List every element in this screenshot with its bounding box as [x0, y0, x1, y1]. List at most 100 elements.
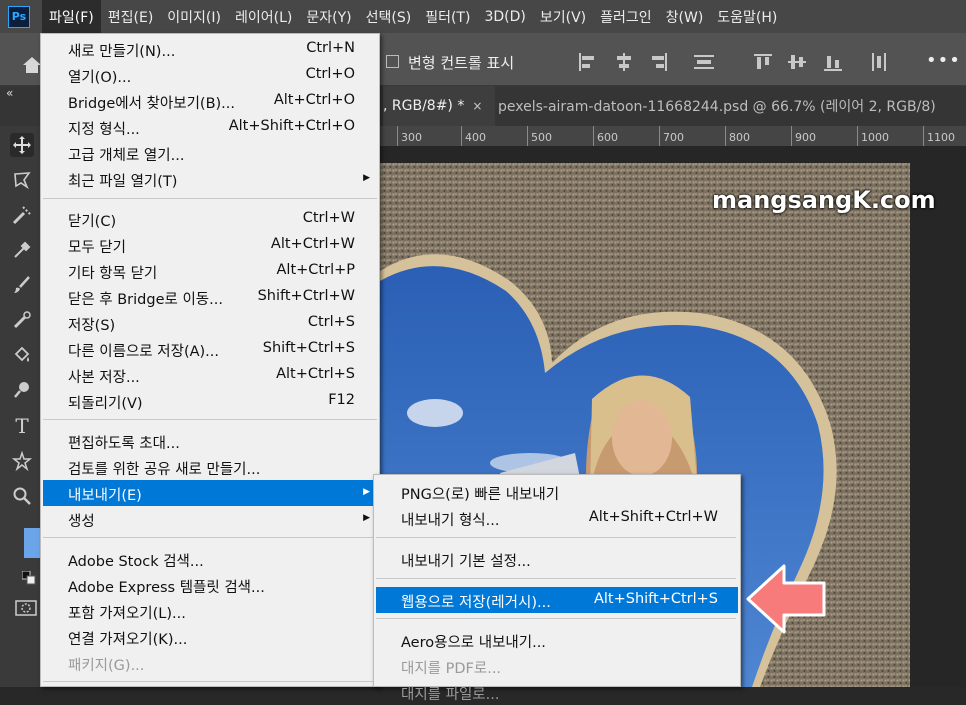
submenu-arrow-icon: ▶ [363, 513, 370, 523]
menu-item-shortcut: Ctrl+N [306, 40, 355, 56]
menu-item-label: 닫은 후 Bridge로 이동... [68, 292, 223, 308]
menu-item-revert[interactable]: 되돌리기(V) F12 [43, 388, 379, 414]
submenu-item-save-for-web[interactable]: 웹용으로 저장(레거시)... Alt+Shift+Ctrl+S [376, 587, 738, 613]
submenu-item-artboards-pdf: 대지를 PDF로... [376, 653, 738, 679]
menu-item-browse-bridge[interactable]: Bridge에서 찾아보기(B)... Alt+Ctrl+O [43, 88, 379, 114]
submenu-item-export-aero[interactable]: Aero용으로 내보내기... [376, 627, 738, 653]
menu-item-label: 다른 이름으로 저장(A)... [68, 344, 219, 360]
distribute-icon[interactable] [694, 53, 714, 71]
align-left-icon[interactable] [578, 53, 598, 71]
transform-controls-checkbox[interactable] [386, 55, 399, 68]
submenu-item-quick-export-png[interactable]: PNG으(로) 빠른 내보내기 [376, 479, 738, 505]
menu-item-shortcut: Ctrl+O [305, 66, 355, 82]
menu-item-place-linked[interactable]: 연결 가져오기(K)... [43, 624, 379, 650]
default-colors-icon[interactable] [21, 570, 36, 585]
align-top-icon[interactable] [754, 53, 774, 71]
menu-type[interactable]: 문자(Y) [299, 0, 358, 33]
menu-item-shortcut: Alt+Ctrl+O [273, 92, 355, 108]
submenu-arrow-icon: ▶ [363, 487, 370, 497]
horizontal-ruler: 300 400 500 600 700 800 900 1000 1100 [380, 126, 966, 147]
document-tab-title: , RGB/8#) * [383, 98, 465, 114]
dodge-tool-icon[interactable] [10, 378, 34, 402]
menu-item-generate[interactable]: 생성 ▶ [43, 506, 379, 532]
move-tool-icon[interactable] [10, 133, 34, 157]
menu-item-label: 사본 저장... [68, 370, 140, 386]
menu-item-share-review[interactable]: 검토를 위한 공유 새로 만들기... [43, 454, 379, 480]
menu-item-adobe-express[interactable]: Adobe Express 템플릿 검색... [43, 572, 379, 598]
menu-item-label: 연결 가져오기(K)... [68, 632, 188, 648]
document-tab[interactable]: pexels-airam-datoon-11668244.psd @ 66.7%… [498, 86, 966, 126]
menu-item-export[interactable]: 내보내기(E) ▶ [43, 480, 379, 506]
submenu-item-export-as[interactable]: 내보내기 형식... Alt+Shift+Ctrl+W [376, 505, 738, 531]
menu-item-close-go-bridge[interactable]: 닫은 후 Bridge로 이동... Shift+Ctrl+W [43, 284, 379, 310]
menu-item-adobe-stock[interactable]: Adobe Stock 검색... [43, 546, 379, 572]
menu-item-label: Bridge에서 찾아보기(B)... [68, 96, 236, 112]
menu-item-open-smart-object[interactable]: 고급 개체로 열기... [43, 140, 379, 166]
menu-item-label: 내보내기(E) [68, 488, 142, 504]
menu-layer[interactable]: 레이어(L) [228, 0, 299, 33]
menu-item-save-as[interactable]: 다른 이름으로 저장(A)... Shift+Ctrl+S [43, 336, 379, 362]
align-center-v-icon[interactable] [788, 53, 808, 71]
transform-controls-label: 변형 컨트롤 표시 [408, 54, 515, 72]
file-menu-dropdown: 새로 만들기(N)... Ctrl+N 열기(O)... Ctrl+O Bridge… [40, 33, 380, 687]
menu-item-close-others[interactable]: 기타 항목 닫기 Alt+Ctrl+P [43, 258, 379, 284]
more-options-icon[interactable]: ••• [926, 50, 961, 71]
pointer-arrow-icon [746, 563, 828, 635]
document-tab-title: pexels-airam-datoon-11668244.psd @ 66.7%… [498, 99, 936, 115]
home-icon[interactable] [22, 56, 42, 79]
menu-item-label: 대지를 파일로... [401, 687, 500, 703]
type-tool-icon[interactable]: T [10, 414, 34, 438]
menu-help[interactable]: 도움말(H) [710, 0, 784, 33]
menu-separator [376, 578, 736, 579]
zoom-tool-icon[interactable] [10, 484, 34, 508]
ruler-tick: 700 [659, 126, 684, 146]
menu-file[interactable]: 파일(F) [42, 0, 101, 33]
submenu-item-export-preferences[interactable]: 내보내기 기본 설정... [376, 546, 738, 572]
menu-item-label: 내보내기 형식... [401, 513, 500, 529]
menu-view[interactable]: 보기(V) [533, 0, 593, 33]
menu-window[interactable]: 창(W) [659, 0, 711, 33]
menu-item-close-all[interactable]: 모두 닫기 Alt+Ctrl+W [43, 232, 379, 258]
menu-item-shortcut: Ctrl+S [307, 314, 355, 330]
align-bottom-icon[interactable] [824, 53, 844, 71]
collapse-panels-icon[interactable]: « [6, 86, 13, 100]
menu-image[interactable]: 이미지(I) [160, 0, 228, 33]
menu-item-label: Aero용으로 내보내기... [401, 635, 546, 651]
ruler-tick: 900 [791, 126, 816, 146]
menu-item-invite-edit[interactable]: 편집하도록 초대... [43, 428, 379, 454]
quick-mask-icon[interactable] [15, 600, 37, 616]
menu-item-save[interactable]: 저장(S) Ctrl+S [43, 310, 379, 336]
lasso-tool-icon[interactable] [10, 168, 34, 192]
menu-item-shortcut: Alt+Ctrl+W [270, 236, 355, 252]
close-tab-icon[interactable]: × [472, 99, 482, 113]
menu-separator [376, 537, 736, 538]
menu-separator [43, 419, 377, 420]
menu-item-label: 고급 개체로 열기... [68, 148, 185, 164]
healing-brush-tool-icon[interactable] [10, 308, 34, 332]
quick-selection-tool-icon[interactable] [10, 203, 34, 227]
menu-item-close[interactable]: 닫기(C) Ctrl+W [43, 206, 379, 232]
menu-item-label: 지정 형식... [68, 122, 140, 138]
ruler-tick: 1000 [857, 126, 889, 146]
menu-select[interactable]: 선택(S) [359, 0, 419, 33]
menu-item-place-embedded[interactable]: 포함 가져오기(L)... [43, 598, 379, 624]
document-tab-active[interactable]: , RGB/8#) * × [383, 86, 495, 126]
align-right-icon[interactable] [648, 53, 668, 71]
eyedropper-tool-icon[interactable] [10, 238, 34, 262]
menu-item-open-as[interactable]: 지정 형식... Alt+Shift+Ctrl+O [43, 114, 379, 140]
align-center-h-icon[interactable] [614, 53, 634, 71]
menu-filter[interactable]: 필터(T) [418, 0, 477, 33]
menu-item-open[interactable]: 열기(O)... Ctrl+O [43, 62, 379, 88]
menu-edit[interactable]: 편집(E) [101, 0, 161, 33]
custom-shape-tool-icon[interactable] [10, 449, 34, 473]
menu-item-open-recent[interactable]: 최근 파일 열기(T) ▶ [43, 166, 379, 192]
menu-item-label: 최근 파일 열기(T) [68, 174, 178, 190]
menu-item-label: 생성 [68, 514, 95, 530]
paint-bucket-tool-icon[interactable] [10, 343, 34, 367]
menu-plugins[interactable]: 플러그인 [593, 0, 659, 33]
menu-3d[interactable]: 3D(D) [477, 0, 532, 33]
distribute-vertical-icon[interactable] [870, 53, 890, 71]
menu-item-save-copy[interactable]: 사본 저장... Alt+Ctrl+S [43, 362, 379, 388]
menu-item-new[interactable]: 새로 만들기(N)... Ctrl+N [43, 36, 379, 62]
brush-tool-icon[interactable] [10, 273, 34, 297]
